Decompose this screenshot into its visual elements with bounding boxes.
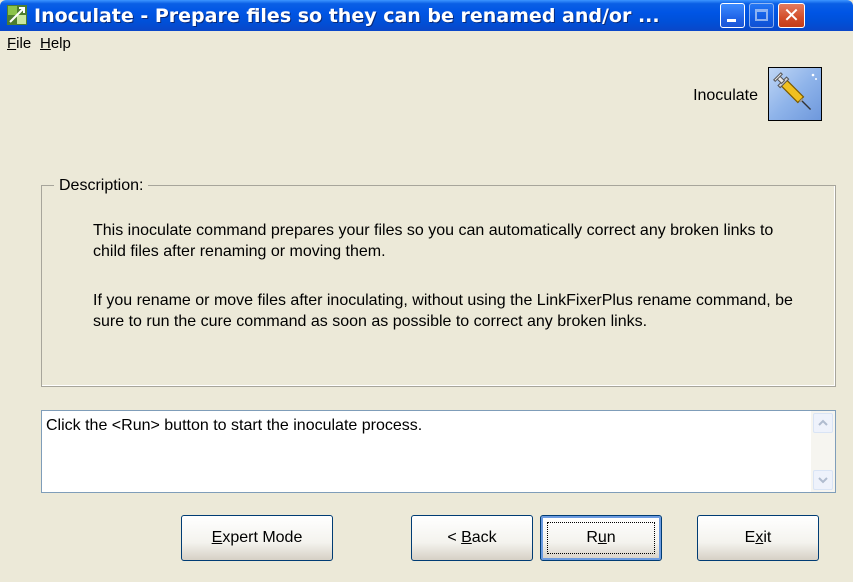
back-label: ack [471, 529, 497, 546]
menu-bar: File Help [0, 31, 853, 55]
expert-mode-button[interactable]: Expert Mode [181, 515, 333, 561]
scroll-down-button[interactable] [813, 470, 833, 490]
menu-file-label: ile [16, 35, 32, 52]
description-legend: Description: [54, 176, 149, 196]
description-paragraph-2: If you rename or move files after inocul… [93, 292, 793, 330]
maximize-button[interactable] [749, 3, 774, 28]
maximize-icon [755, 9, 768, 21]
expert-mode-accel: E [211, 529, 223, 546]
status-log-text: Click the <Run> button to start the inoc… [46, 417, 423, 434]
expert-mode-label: xpert Mode [222, 529, 303, 546]
section-title: Inoculate [693, 87, 758, 104]
close-button[interactable]: ✕ [778, 3, 805, 28]
linkfixer-app-icon [7, 5, 27, 25]
menu-help-label: elp [50, 35, 71, 52]
run-button[interactable]: Run [540, 515, 662, 561]
minimize-button[interactable] [720, 3, 745, 28]
menu-file[interactable]: File [7, 35, 31, 53]
scroll-down-icon [814, 471, 832, 489]
status-log-box[interactable]: Click the <Run> button to start the inoc… [41, 410, 836, 493]
exit-prefix: E [744, 529, 756, 546]
close-icon: ✕ [783, 3, 800, 27]
exit-button[interactable]: Exit [697, 515, 819, 561]
menu-help[interactable]: Help [40, 35, 71, 53]
description-paragraph-1: This inoculate command prepares your fil… [93, 222, 774, 260]
menu-help-accel: H [40, 35, 51, 52]
run-focus-rect [547, 522, 655, 554]
menu-file-accel: F [7, 35, 17, 52]
window-title: Inoculate - Prepare files so they can be… [34, 5, 660, 27]
back-prefix: < [447, 529, 462, 546]
minimize-icon [727, 19, 736, 22]
back-button[interactable]: < Back [411, 515, 533, 561]
inoculate-window: Inoculate - Prepare files so they can be… [0, 0, 853, 582]
description-group [41, 185, 836, 387]
syringe-icon [768, 67, 822, 121]
title-bar[interactable]: Inoculate - Prepare files so they can be… [0, 0, 853, 31]
scroll-up-icon [814, 414, 832, 432]
exit-label: it [763, 529, 772, 546]
back-accel: B [461, 529, 472, 546]
scroll-up-button[interactable] [813, 413, 833, 433]
log-scrollbar[interactable] [811, 411, 835, 492]
